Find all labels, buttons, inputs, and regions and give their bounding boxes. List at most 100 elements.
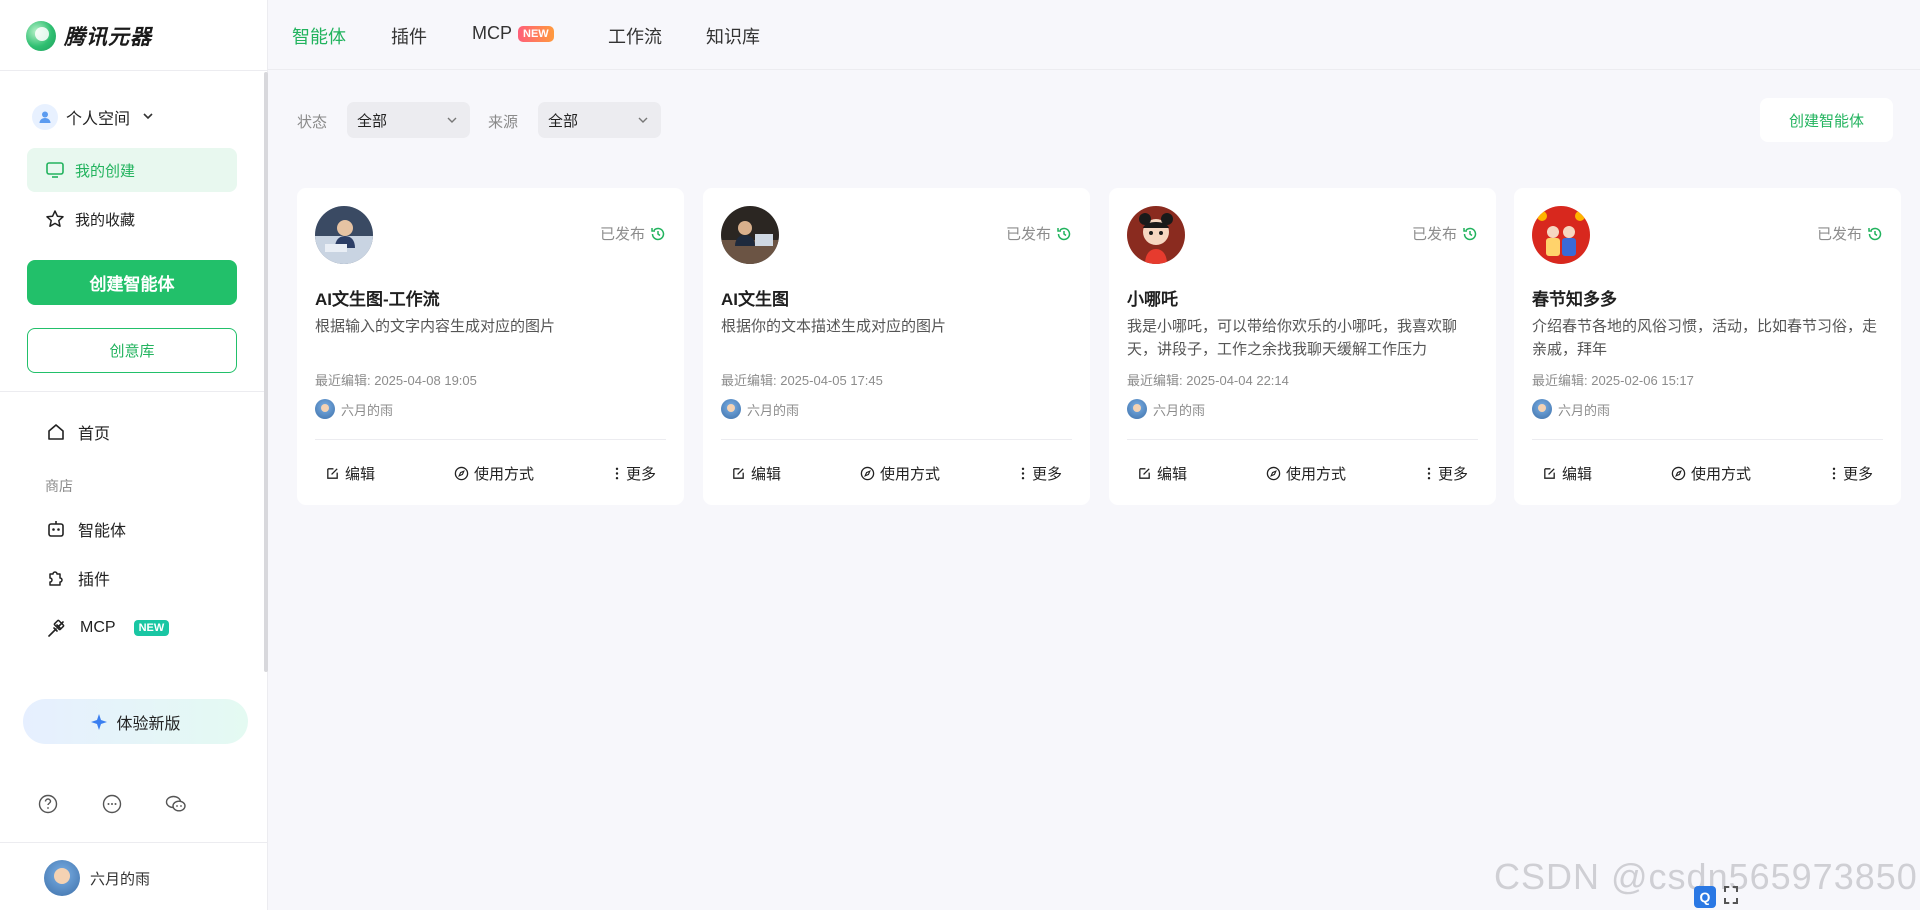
divider — [315, 439, 666, 440]
home-icon — [48, 424, 64, 440]
more-button[interactable]: 更多 — [1019, 463, 1062, 484]
tab-plugin[interactable]: 插件 — [391, 23, 427, 49]
more-label: 更多 — [1437, 466, 1468, 483]
sidebar-item-my-favorites[interactable]: 我的收藏 — [27, 197, 237, 241]
card-title: AI文生图-工作流 — [315, 290, 440, 309]
sidebar-item-label: 首页 — [78, 426, 111, 443]
edit-button[interactable]: 编辑 — [1137, 463, 1187, 484]
tab-label: MCP — [472, 23, 512, 43]
tab-mcp[interactable]: MCP NEW — [472, 23, 554, 44]
card-edited-time: 最近编辑: 2025-04-05 17:45 — [721, 373, 883, 388]
sidebar-item-home[interactable]: 首页 — [46, 417, 110, 447]
create-agent-top-button[interactable]: 创建智能体 — [1760, 98, 1893, 142]
usage-label: 使用方式 — [473, 466, 534, 483]
space-switcher[interactable]: 个人空间 — [32, 104, 154, 130]
robot-icon — [48, 521, 64, 537]
feedback-icon[interactable] — [100, 792, 124, 816]
plug-icon — [48, 619, 65, 637]
history-icon[interactable] — [650, 226, 666, 242]
tab-label: 工作流 — [608, 27, 662, 47]
card-edited-time: 最近编辑: 2025-02-06 15:17 — [1532, 373, 1694, 388]
card-edited-time: 最近编辑: 2025-04-04 22:14 — [1127, 373, 1289, 388]
tab-agent[interactable]: 智能体 — [292, 23, 346, 49]
top-nav: 智能体 插件 MCP NEW 工作流 知识库 — [268, 0, 1920, 70]
sidebar-item-label: 智能体 — [78, 523, 127, 540]
more-button[interactable]: 更多 — [1425, 463, 1468, 484]
usage-button[interactable]: 使用方式 — [454, 463, 534, 484]
agent-card[interactable]: 已发布 AI文生图 根据你的文本描述生成对应的图片 最近编辑: 2025-04-… — [703, 188, 1090, 505]
card-edited-time: 最近编辑: 2025-04-08 19:05 — [315, 373, 477, 388]
sidebar-item-my-create[interactable]: 我的创建 — [27, 148, 237, 192]
brand-name: 腾讯元器 — [64, 26, 152, 49]
tab-workflow[interactable]: 工作流 — [608, 23, 662, 49]
tab-label: 智能体 — [292, 27, 346, 47]
divider — [721, 439, 1072, 440]
sidebar: 腾讯元器 个人空间 我的创建 我的收藏 创建智能体 创意库 首页 商店 智能体 … — [0, 0, 268, 910]
usage-button[interactable]: 使用方式 — [1671, 463, 1751, 484]
publish-status: 已发布 — [1817, 223, 1883, 244]
agent-avatar — [721, 206, 779, 264]
sidebar-item-mcp[interactable]: MCP NEW — [46, 613, 170, 643]
agent-avatar — [315, 206, 373, 264]
edit-button[interactable]: 编辑 — [1542, 463, 1592, 484]
card-actions: 编辑 使用方式 更多 — [1532, 463, 1883, 484]
wechat-icon[interactable] — [164, 792, 188, 816]
status-select[interactable]: 全部 — [347, 102, 470, 138]
agent-card[interactable]: 已发布 小哪吒 我是小哪吒，可以带给你欢乐的小哪吒，我喜欢聊天，讲段子，工作之余… — [1109, 188, 1496, 505]
help-icon[interactable] — [36, 792, 60, 816]
more-button[interactable]: 更多 — [613, 463, 656, 484]
usage-label: 使用方式 — [879, 466, 940, 483]
bottom-toolbar — [36, 792, 188, 816]
history-icon[interactable] — [1867, 226, 1883, 242]
sidebar-scrollbar[interactable] — [264, 72, 268, 672]
q-icon[interactable]: Q — [1694, 886, 1716, 908]
source-select[interactable]: 全部 — [538, 102, 661, 138]
author-name: 六月的雨 — [1153, 402, 1206, 418]
edit-label: 编辑 — [345, 466, 376, 483]
usage-label: 使用方式 — [1690, 466, 1751, 483]
create-agent-button[interactable]: 创建智能体 — [27, 260, 237, 305]
divider — [0, 391, 264, 392]
idea-library-button[interactable]: 创意库 — [27, 328, 237, 373]
edit-button[interactable]: 编辑 — [325, 463, 375, 484]
avatar — [315, 399, 335, 419]
sidebar-item-agent[interactable]: 智能体 — [46, 514, 126, 544]
history-icon[interactable] — [1056, 226, 1072, 242]
more-button[interactable]: 更多 — [1830, 463, 1873, 484]
sparkle-icon — [91, 713, 108, 730]
card-author: 六月的雨 — [721, 399, 799, 419]
card-actions: 编辑 使用方式 更多 — [1127, 463, 1478, 484]
edit-icon — [1544, 468, 1555, 479]
usage-label: 使用方式 — [1285, 466, 1346, 483]
history-icon[interactable] — [1462, 226, 1478, 242]
more-label: 更多 — [625, 466, 656, 483]
usage-button[interactable]: 使用方式 — [1266, 463, 1346, 484]
sidebar-item-plugin[interactable]: 插件 — [46, 563, 110, 593]
card-title: 小哪吒 — [1127, 290, 1178, 309]
agent-card[interactable]: 已发布 AI文生图-工作流 根据输入的文字内容生成对应的图片 最近编辑: 202… — [297, 188, 684, 505]
agent-card[interactable]: 已发布 春节知多多 介绍春节各地的风俗习惯，活动，比如春节习俗，走亲戚，拜年 最… — [1514, 188, 1901, 505]
try-new-label: 体验新版 — [116, 715, 181, 733]
user-profile[interactable]: 六月的雨 — [44, 860, 150, 896]
try-new-version-button[interactable]: 体验新版 — [23, 699, 248, 744]
sidebar-item-label: 我的创建 — [75, 162, 136, 180]
divider — [0, 842, 268, 843]
tab-label: 插件 — [391, 27, 427, 47]
star-icon — [46, 210, 64, 227]
compass-icon — [454, 466, 469, 481]
card-author: 六月的雨 — [1532, 399, 1610, 419]
usage-button[interactable]: 使用方式 — [860, 463, 940, 484]
avatar — [44, 860, 80, 896]
screenshot-icon[interactable] — [1724, 886, 1738, 904]
edit-icon — [1139, 468, 1150, 479]
publish-status: 已发布 — [1006, 223, 1072, 244]
publish-status: 已发布 — [1412, 223, 1478, 244]
edit-button[interactable]: 编辑 — [731, 463, 781, 484]
store-section-label: 商店 — [45, 478, 73, 494]
more-label: 更多 — [1842, 466, 1873, 483]
card-title: AI文生图 — [721, 290, 789, 309]
brand-logo[interactable]: 腾讯元器 — [26, 20, 152, 52]
tab-knowledge[interactable]: 知识库 — [706, 23, 760, 49]
source-filter-label: 来源 — [488, 114, 519, 131]
compass-icon — [1671, 466, 1686, 481]
